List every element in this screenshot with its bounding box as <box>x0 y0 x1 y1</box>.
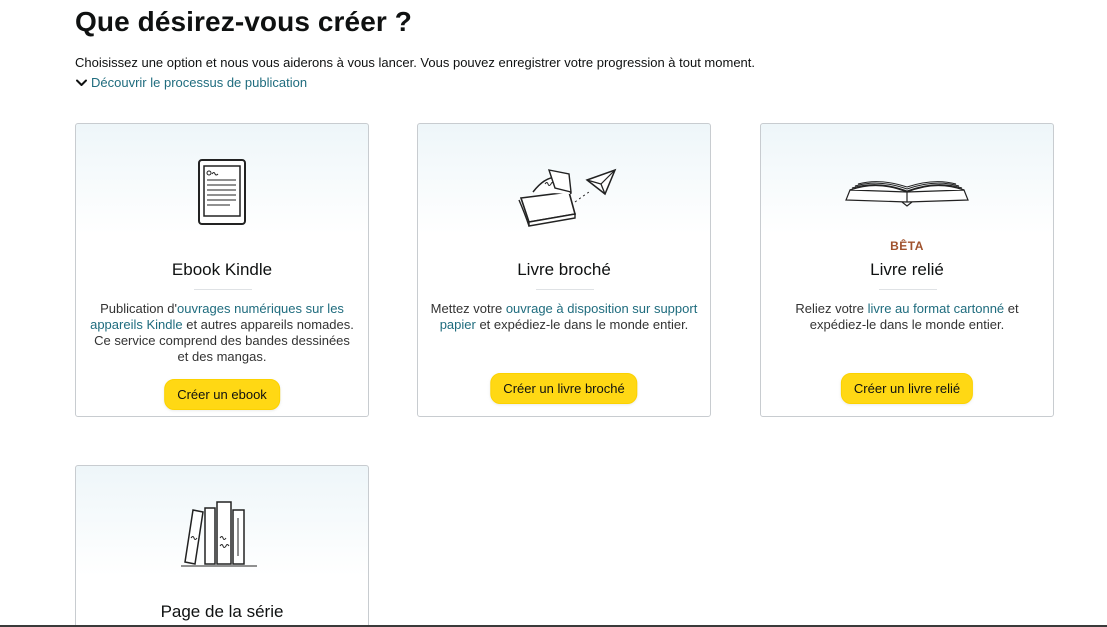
description-link[interactable]: livre au format cartonné <box>868 301 1005 316</box>
card-divider <box>194 289 252 290</box>
description-text: Mettez votre <box>430 301 506 316</box>
description-text: Publication d' <box>100 301 177 316</box>
chevron-down-icon <box>75 76 88 89</box>
card-series-page: Page de la série <box>75 465 369 627</box>
books-stack-icon <box>76 498 368 570</box>
open-book-icon <box>761 176 1053 208</box>
card-ebook-kindle: Ebook Kindle Publication d'ouvrages numé… <box>75 123 369 417</box>
publication-process-expander[interactable]: Découvrir le processus de publication <box>75 75 307 90</box>
page-title: Que désirez-vous créer ? <box>75 6 412 37</box>
page: Que désirez-vous créer ? Choisissez une … <box>0 0 1107 627</box>
create-hardcover-button[interactable]: Créer un livre relié <box>840 373 974 404</box>
card-hardcover: BÊTA Livre relié Reliez votre livre au f… <box>760 123 1054 417</box>
card-title: Page de la série <box>160 602 284 621</box>
expander-label: Découvrir le processus de publication <box>91 75 308 90</box>
description-text: Reliez votre <box>795 301 868 316</box>
create-paperback-button[interactable]: Créer un livre broché <box>490 373 638 404</box>
paper-plane-book-icon <box>418 162 710 228</box>
beta-badge: BÊTA <box>890 239 924 253</box>
card-title: Ebook Kindle <box>171 260 273 279</box>
page-subtitle: Choisissez une option et nous vous aider… <box>75 55 755 70</box>
card-description: Mettez votre ouvrage à disposition sur s… <box>430 301 698 333</box>
card-paperback: Livre broché Mettez votre ouvrage à disp… <box>417 123 711 417</box>
card-divider <box>536 289 594 290</box>
card-description: Publication d'ouvrages numériques sur le… <box>88 301 356 365</box>
card-title: Livre relié <box>870 260 944 279</box>
card-description: Reliez votre livre au format cartonné et… <box>773 301 1041 333</box>
ereader-icon <box>76 156 368 226</box>
card-divider <box>879 289 937 290</box>
card-title: Livre broché <box>517 260 611 279</box>
description-text: et expédiez-le dans le monde entier. <box>475 317 689 332</box>
create-ebook-button[interactable]: Créer un ebook <box>164 379 280 410</box>
